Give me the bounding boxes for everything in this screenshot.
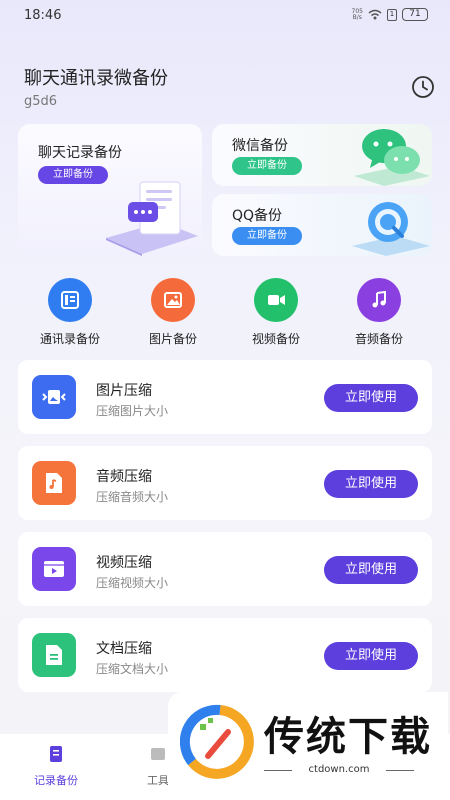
category-label: 通讯录备份 — [39, 332, 100, 346]
watermark-divider-right — [386, 770, 414, 771]
wechat-backup-button[interactable]: 立即备份 — [232, 157, 302, 175]
image-icon — [151, 278, 195, 322]
wechat-backup-title: 微信备份 — [232, 138, 288, 154]
wechat-backup-card[interactable]: 微信备份 立即备份 — [212, 124, 432, 186]
sim-icon: 1 — [387, 8, 397, 21]
image-compress-icon — [32, 375, 76, 419]
watermark-overlay: 传统下载 ctdown.com — [168, 692, 448, 800]
video-file-icon — [32, 547, 76, 591]
tool-subtitle: 压缩视频大小 — [96, 576, 169, 590]
qq-backup-button[interactable]: 立即备份 — [232, 227, 302, 245]
chat-backup-title: 聊天记录备份 — [38, 145, 122, 161]
tool-title: 音频压缩 — [96, 469, 152, 485]
document-icon — [32, 633, 76, 677]
tool-title: 视频压缩 — [96, 555, 152, 571]
use-now-button[interactable]: 立即使用 — [324, 470, 418, 498]
wechat-icon — [354, 129, 430, 186]
network-speed-unit: B/s — [352, 13, 362, 21]
qq-backup-card[interactable]: QQ备份 立即备份 — [212, 194, 432, 256]
record-backup-icon — [50, 746, 62, 762]
tab-label: 记录备份 — [34, 774, 78, 787]
category-label: 视频备份 — [251, 332, 300, 346]
use-now-button[interactable]: 立即使用 — [324, 384, 418, 412]
status-time: 18:46 — [24, 8, 62, 23]
history-clock-icon[interactable] — [411, 75, 435, 99]
tool-card-audio-compress[interactable]: 音频压缩 压缩音频大小 立即使用 — [18, 446, 432, 520]
wifi-icon — [368, 9, 382, 20]
battery-icon: 71 — [402, 8, 428, 21]
tool-card-video-compress[interactable]: 视频压缩 压缩视频大小 立即使用 — [18, 532, 432, 606]
tool-card-image-compress[interactable]: 图片压缩 压缩图片大小 立即使用 — [18, 360, 432, 434]
category-label: 音频备份 — [354, 332, 403, 346]
tool-card-document-compress[interactable]: 文档压缩 压缩文档大小 立即使用 — [18, 618, 432, 692]
tool-title: 图片压缩 — [96, 383, 152, 399]
tool-title: 文档压缩 — [96, 641, 152, 657]
status-bar: 18:46 705 B/s 1 71 — [0, 0, 450, 30]
category-image-backup[interactable]: 图片备份 — [123, 278, 223, 347]
tool-subtitle: 压缩音频大小 — [96, 490, 169, 504]
category-video-backup[interactable]: 视频备份 — [226, 278, 326, 347]
tools-icon — [151, 748, 165, 760]
network-speed: 705 B/s — [352, 8, 363, 21]
use-now-button[interactable]: 立即使用 — [324, 642, 418, 670]
user-id: g5d6 — [24, 94, 58, 109]
audio-file-icon — [32, 461, 76, 505]
qq-backup-title: QQ备份 — [232, 208, 283, 224]
watermark-text: 传统下载 — [264, 714, 432, 760]
status-icons: 705 B/s 1 71 — [352, 8, 428, 21]
tool-subtitle: 压缩文档大小 — [96, 662, 169, 676]
category-audio-backup[interactable]: 音频备份 — [329, 278, 429, 347]
category-contacts-backup[interactable]: 通讯录备份 — [20, 278, 120, 347]
video-icon — [254, 278, 298, 322]
use-now-button[interactable]: 立即使用 — [324, 556, 418, 584]
chat-backup-card[interactable]: 聊天记录备份 立即备份 — [18, 124, 202, 256]
chat-document-illustration-icon — [106, 181, 198, 256]
tab-record-backup[interactable]: 记录备份 — [16, 744, 96, 788]
music-icon — [357, 278, 401, 322]
watermark-logo-icon — [180, 704, 254, 779]
page-title: 聊天通讯录微备份 — [24, 68, 168, 89]
contacts-icon — [48, 278, 92, 322]
chat-backup-button[interactable]: 立即备份 — [38, 166, 108, 184]
category-label: 图片备份 — [148, 332, 197, 346]
qq-icon — [352, 202, 430, 256]
tool-subtitle: 压缩图片大小 — [96, 404, 169, 418]
